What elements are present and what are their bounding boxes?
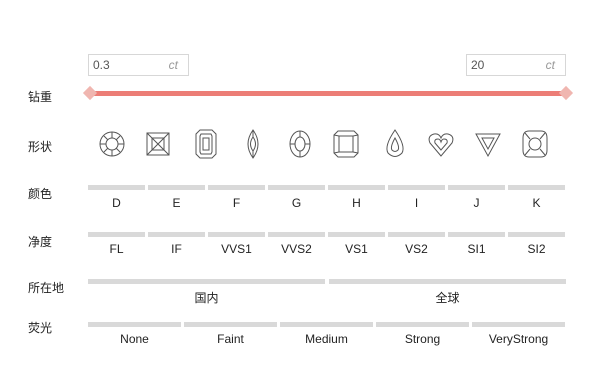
- color-option-label: J: [473, 196, 480, 210]
- clarity-option-vs1[interactable]: VS1: [328, 232, 385, 260]
- fluorescence-option-label: Strong: [404, 332, 441, 346]
- fluorescence-option-label: Medium: [305, 332, 348, 346]
- fluorescence-option-verystrong[interactable]: VeryStrong: [472, 322, 565, 348]
- fluorescence-option-bar: [184, 322, 277, 327]
- fluorescence-label: 荧光: [28, 321, 53, 335]
- marquise-diamond-icon[interactable]: [238, 128, 268, 160]
- color-option-label: F: [232, 196, 241, 210]
- color-option-g[interactable]: G: [268, 185, 325, 213]
- clarity-label: 净度: [28, 235, 53, 249]
- fluorescence-option-label: VeryStrong: [488, 332, 549, 346]
- clarity-option-label: VS2: [405, 242, 428, 256]
- carat-max-unit: ct: [545, 58, 555, 72]
- clarity-option-si1[interactable]: SI1: [448, 232, 505, 260]
- clarity-option-bar: [208, 232, 265, 237]
- clarity-option-bar: [88, 232, 145, 237]
- clarity-option-fl[interactable]: FL: [88, 232, 145, 260]
- fluorescence-option-label: Faint: [217, 332, 244, 346]
- clarity-option-label: FL: [109, 242, 124, 256]
- carat-min-input[interactable]: [89, 55, 163, 75]
- heart-diamond-icon[interactable]: [426, 128, 456, 160]
- clarity-option-bar: [508, 232, 565, 237]
- clarity-option-bar: [148, 232, 205, 237]
- carat-min-handle[interactable]: [82, 85, 98, 101]
- location-label: 所在地: [28, 281, 65, 295]
- color-option-label: H: [352, 196, 361, 210]
- cushion-diamond-icon[interactable]: [520, 128, 550, 160]
- color-option-e[interactable]: E: [148, 185, 205, 213]
- clarity-option-if[interactable]: IF: [148, 232, 205, 260]
- clarity-option-label: VVS1: [221, 242, 252, 256]
- color-option-bar: [148, 185, 205, 190]
- color-option-bar: [508, 185, 565, 190]
- location-option-domestic[interactable]: 国内: [88, 279, 325, 307]
- color-option-bar: [208, 185, 265, 190]
- color-option-f[interactable]: F: [208, 185, 265, 213]
- clarity-option-label: VVS2: [281, 242, 312, 256]
- color-option-bar: [388, 185, 445, 190]
- emerald-diamond-icon[interactable]: [191, 128, 221, 160]
- clarity-option-label: SI1: [467, 242, 486, 256]
- fluorescence-option-bar: [88, 322, 181, 327]
- carat-max-input[interactable]: [467, 55, 541, 75]
- color-option-bar: [268, 185, 325, 190]
- fluorescence-option-none[interactable]: None: [88, 322, 181, 348]
- color-option-label: G: [291, 196, 302, 210]
- clarity-option-bar: [268, 232, 325, 237]
- location-option-bar: [88, 279, 325, 284]
- color-option-bar: [88, 185, 145, 190]
- color-option-label: E: [172, 196, 181, 210]
- color-option-label: K: [532, 196, 541, 210]
- location-option-global[interactable]: 全球: [329, 279, 566, 307]
- clarity-option-vvs2[interactable]: VVS2: [268, 232, 325, 260]
- carat-range-slider[interactable]: [90, 91, 567, 96]
- color-option-i[interactable]: I: [388, 185, 445, 213]
- fluorescence-option-label: None: [120, 332, 149, 346]
- fluorescence-option-strong[interactable]: Strong: [376, 322, 469, 348]
- clarity-option-label: SI2: [527, 242, 546, 256]
- princess-diamond-icon[interactable]: [143, 128, 173, 160]
- carat-label: 钻重: [28, 90, 53, 104]
- carat-max-handle[interactable]: [558, 85, 574, 101]
- oval-diamond-icon[interactable]: [285, 128, 315, 160]
- location-option-label: 全球: [435, 291, 460, 305]
- round-diamond-icon[interactable]: [97, 128, 127, 160]
- clarity-option-vs2[interactable]: VS2: [388, 232, 445, 260]
- pear-diamond-icon[interactable]: [380, 128, 410, 160]
- fluorescence-option-bar: [280, 322, 373, 327]
- shape-label: 形状: [28, 140, 53, 154]
- carat-min-unit: ct: [168, 58, 178, 72]
- fluorescence-option-faint[interactable]: Faint: [184, 322, 277, 348]
- clarity-option-bar: [388, 232, 445, 237]
- color-option-bar: [448, 185, 505, 190]
- clarity-option-bar: [448, 232, 505, 237]
- color-option-h[interactable]: H: [328, 185, 385, 213]
- fluorescence-option-medium[interactable]: Medium: [280, 322, 373, 348]
- carat-max-field[interactable]: ct: [466, 54, 566, 76]
- color-label: 颜色: [28, 187, 53, 201]
- color-option-bar: [328, 185, 385, 190]
- fluorescence-option-bar: [472, 322, 565, 327]
- trillion-diamond-icon[interactable]: [473, 128, 503, 160]
- radiant-diamond-icon[interactable]: [331, 128, 361, 160]
- color-option-d[interactable]: D: [88, 185, 145, 213]
- clarity-option-label: VS1: [345, 242, 368, 256]
- clarity-option-si2[interactable]: SI2: [508, 232, 565, 260]
- color-option-j[interactable]: J: [448, 185, 505, 213]
- carat-min-field[interactable]: ct: [88, 54, 189, 76]
- clarity-option-label: IF: [171, 242, 182, 256]
- color-option-label: D: [112, 196, 121, 210]
- clarity-option-bar: [328, 232, 385, 237]
- color-option-label: I: [414, 196, 419, 210]
- fluorescence-option-bar: [376, 322, 469, 327]
- location-option-bar: [329, 279, 566, 284]
- clarity-option-vvs1[interactable]: VVS1: [208, 232, 265, 260]
- location-option-label: 国内: [194, 291, 219, 305]
- color-option-k[interactable]: K: [508, 185, 565, 213]
